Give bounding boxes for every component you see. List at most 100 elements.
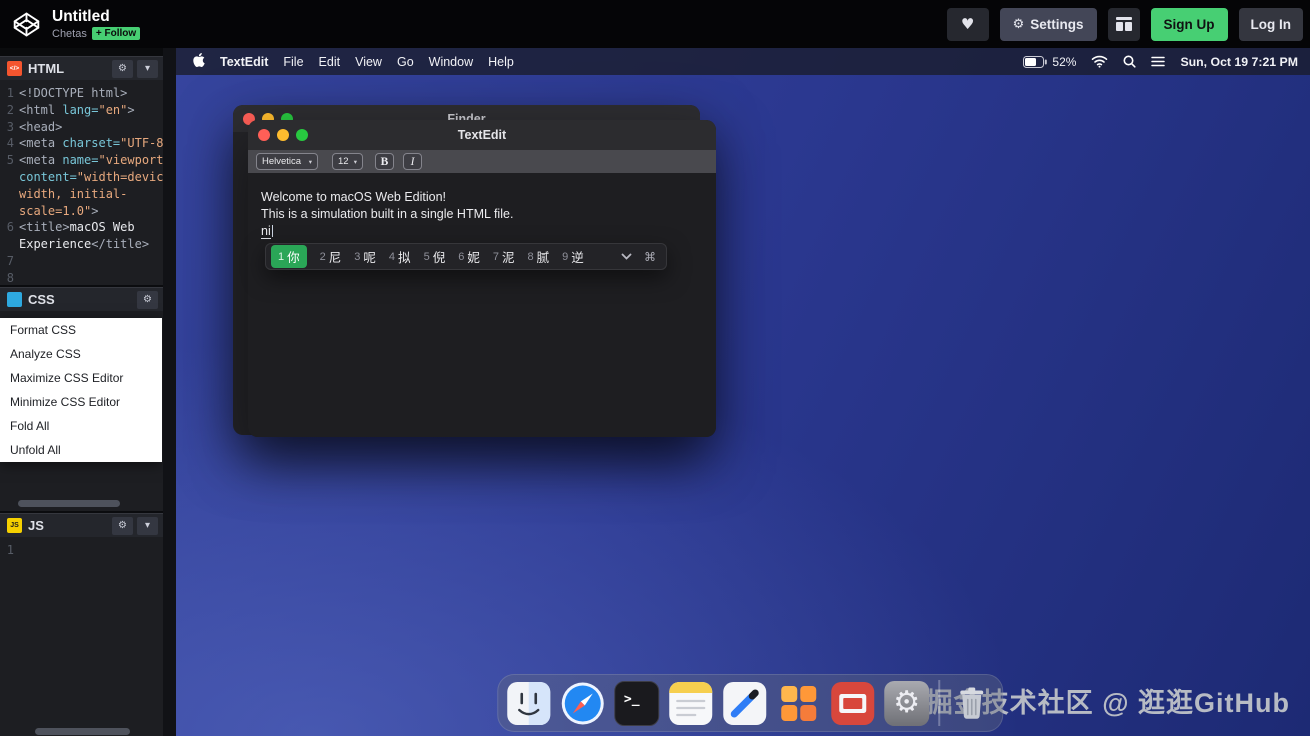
html-editor-label: HTML: [28, 61, 64, 76]
codepen-app: Untitled Chetas + Follow ♥ ⚙Settings Sig…: [0, 0, 1310, 736]
ime-candidate[interactable]: 4拟: [389, 247, 411, 266]
menubar-item-view[interactable]: View: [355, 55, 382, 69]
gear-icon: ⚙: [118, 63, 127, 74]
menubar-item-go[interactable]: Go: [397, 55, 414, 69]
html-badge-icon: </>: [7, 61, 22, 76]
wifi-icon[interactable]: [1091, 55, 1108, 68]
line-number: [0, 186, 19, 203]
menu-item-fold-all[interactable]: Fold All: [0, 414, 162, 438]
apple-menu[interactable]: [193, 53, 205, 70]
ime-candidate[interactable]: 2尼: [320, 247, 342, 266]
header-actions: ♥ ⚙Settings Sign Up Log In: [947, 8, 1303, 41]
code-line: width, initial-: [0, 186, 163, 203]
dock-safari-icon[interactable]: [560, 681, 605, 726]
font-family-select[interactable]: Helvetica▾: [256, 153, 318, 170]
gear-icon: ⚙: [1013, 17, 1025, 32]
code-line: 5<meta name="viewport: [0, 152, 163, 169]
menubar-app-name[interactable]: TextEdit: [220, 55, 268, 69]
font-size-select[interactable]: 12▾: [332, 153, 363, 170]
login-button[interactable]: Log In: [1239, 8, 1304, 41]
pen-author[interactable]: Chetas: [52, 28, 87, 40]
pen-title: Untitled: [52, 8, 140, 26]
js-editor-collapse-button[interactable]: ▾: [137, 517, 158, 535]
dock-trash-icon[interactable]: [949, 681, 994, 726]
italic-button[interactable]: I: [403, 153, 422, 170]
js-editor-settings-button[interactable]: ⚙: [112, 517, 133, 535]
dock-separator: [938, 680, 940, 726]
close-button[interactable]: [258, 129, 270, 141]
document-line: Welcome to macOS Web Edition!: [261, 189, 703, 206]
line-number: [0, 203, 19, 220]
change-view-button[interactable]: [1108, 8, 1140, 41]
codepen-logo-icon[interactable]: [6, 4, 46, 44]
ime-candidate-bar: 1你 2尼 3呢 4拟 5倪 6妮 7泥 8腻 9逆 ⌘: [265, 243, 667, 270]
panel-top-strip: [0, 48, 163, 56]
battery-percent: 52%: [1052, 55, 1076, 69]
settings-button[interactable]: ⚙Settings: [1000, 8, 1097, 41]
battery-indicator[interactable]: 52%: [1023, 55, 1076, 69]
dock-brush-icon[interactable]: [722, 681, 767, 726]
menubar-item-edit[interactable]: Edit: [319, 55, 341, 69]
menubar-item-window[interactable]: Window: [429, 55, 473, 69]
textedit-window[interactable]: TextEdit Helvetica▾ 12▾ B I Welcome to m…: [248, 120, 716, 437]
dock-finder-icon[interactable]: [506, 681, 551, 726]
menu-item-unfold-all[interactable]: Unfold All: [0, 438, 162, 462]
js-horizontal-scrollbar[interactable]: [35, 728, 130, 735]
line-number: 6: [0, 219, 19, 236]
ime-candidate[interactable]: 3呢: [354, 247, 376, 266]
menu-item-format-css[interactable]: Format CSS: [0, 318, 162, 342]
textedit-titlebar[interactable]: TextEdit: [248, 120, 716, 150]
ime-expand-chevron-icon[interactable]: [621, 253, 632, 260]
code-line: 2<html lang="en">: [0, 102, 163, 119]
line-number: 3: [0, 119, 19, 136]
dock-terminal-icon[interactable]: >_: [614, 681, 659, 726]
chevron-down-icon: ▾: [145, 520, 150, 531]
dock-launchpad-icon[interactable]: [776, 681, 821, 726]
code-line: scale=1.0">: [0, 203, 163, 220]
ime-candidate[interactable]: 7泥: [493, 247, 515, 266]
minimize-button[interactable]: [277, 129, 289, 141]
code-line: 1<!DOCTYPE html>: [0, 85, 163, 102]
ime-candidate[interactable]: 5倪: [424, 247, 446, 266]
dock-media-icon[interactable]: [830, 681, 875, 726]
panel-resize-handle[interactable]: [163, 48, 176, 736]
html-code-editor[interactable]: 1<!DOCTYPE html> 2<html lang="en"> 3<hea…: [0, 85, 163, 287]
like-button[interactable]: ♥: [947, 8, 989, 41]
preview-pane: TextEdit File Edit View Go Window Help 5…: [176, 48, 1310, 736]
zoom-button[interactable]: [296, 129, 308, 141]
apple-icon: [193, 53, 205, 67]
menubar-item-help[interactable]: Help: [488, 55, 514, 69]
search-icon[interactable]: [1123, 55, 1136, 68]
dock-notes-icon[interactable]: [668, 681, 713, 726]
ime-candidate[interactable]: 9逆: [562, 247, 584, 266]
html-editor-collapse-button[interactable]: ▾: [137, 60, 158, 78]
code-line: Experience</title>: [0, 236, 163, 253]
js-code-editor[interactable]: 1: [0, 542, 163, 729]
html-editor-settings-button[interactable]: ⚙: [112, 60, 133, 78]
css-horizontal-scrollbar[interactable]: [18, 500, 120, 507]
line-number: 5: [0, 152, 19, 169]
control-center-icon[interactable]: [1151, 56, 1165, 67]
css-editor-settings-button[interactable]: ⚙: [137, 291, 158, 309]
menubar-clock[interactable]: Sun, Oct 19 7:21 PM: [1180, 55, 1298, 69]
ime-menu-icon[interactable]: ⌘: [644, 250, 656, 264]
textedit-document[interactable]: Welcome to macOS Web Edition! This is a …: [248, 173, 716, 437]
ime-candidate-selected[interactable]: 1你: [271, 245, 307, 268]
code-line: 7: [0, 253, 163, 270]
ime-candidate[interactable]: 6妮: [458, 247, 480, 266]
menu-item-analyze-css[interactable]: Analyze CSS: [0, 342, 162, 366]
dock-settings-icon[interactable]: ⚙: [884, 681, 929, 726]
macos-menubar: TextEdit File Edit View Go Window Help 5…: [176, 48, 1310, 75]
follow-button[interactable]: + Follow: [92, 27, 140, 40]
signup-button[interactable]: Sign Up: [1151, 8, 1228, 41]
font-size-value: 12: [338, 156, 349, 167]
line-number: [0, 236, 19, 253]
css-editor-label: CSS: [28, 292, 55, 307]
chevron-down-icon: ▾: [145, 63, 150, 74]
menubar-item-file[interactable]: File: [283, 55, 303, 69]
bold-button[interactable]: B: [375, 153, 394, 170]
ime-candidate[interactable]: 8腻: [527, 247, 549, 266]
menu-item-maximize-css-editor[interactable]: Maximize CSS Editor: [0, 366, 162, 390]
menu-item-minimize-css-editor[interactable]: Minimize CSS Editor: [0, 390, 162, 414]
line-number: [0, 169, 19, 186]
